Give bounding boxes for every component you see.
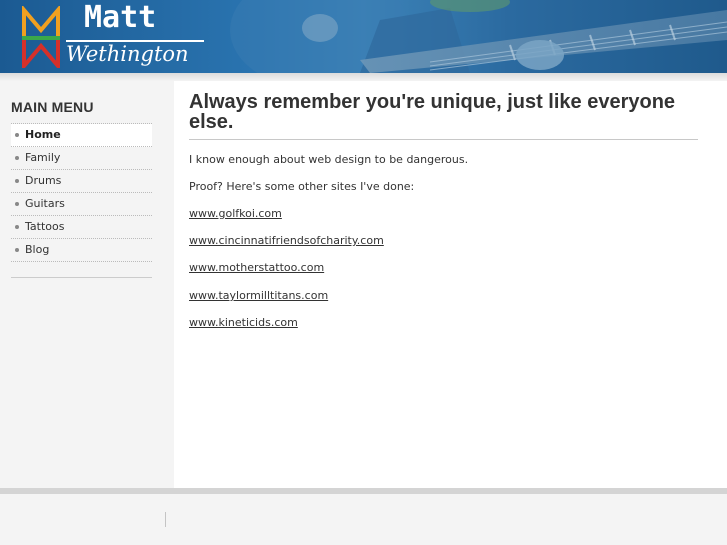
site-link-golfkoi[interactable]: www.golfkoi.com — [189, 207, 282, 220]
title-divider — [189, 139, 698, 140]
main-menu-title: MAIN MENU — [11, 99, 94, 115]
bullet-icon — [15, 179, 19, 183]
sidebar-divider — [11, 277, 152, 278]
site-link-motherstattoo[interactable]: www.motherstattoo.com — [189, 261, 324, 274]
bullet-icon — [15, 248, 19, 252]
menu-item-label: Home — [25, 128, 61, 141]
menu-item-label: Drums — [25, 174, 62, 187]
menu-item-home[interactable]: Home — [11, 124, 152, 147]
site-link-taylormilltitans[interactable]: www.taylormilltitans.com — [189, 289, 328, 302]
site-header: Matt Wethington — [0, 0, 727, 73]
menu-item-guitars[interactable]: Guitars — [11, 193, 152, 216]
menu-item-family[interactable]: Family — [11, 147, 152, 170]
header-shadow — [0, 73, 727, 81]
footer-divider — [165, 512, 166, 527]
menu-item-label: Guitars — [25, 197, 65, 210]
menu-item-label: Blog — [25, 243, 50, 256]
logo-subtitle: Wethington — [66, 42, 189, 66]
bullet-icon — [15, 202, 19, 206]
main-menu: Home Family Drums Guitars Tattoos Blog — [11, 123, 152, 262]
menu-item-drums[interactable]: Drums — [11, 170, 152, 193]
site-logo[interactable]: Matt Wethington — [20, 0, 210, 70]
sidebar: MAIN MENU Home Family Drums Guitars Tatt… — [0, 81, 174, 488]
menu-item-blog[interactable]: Blog — [11, 239, 152, 262]
menu-item-tattoos[interactable]: Tattoos — [11, 216, 152, 239]
proof-text: Proof? Here's some other sites I've done… — [189, 180, 415, 193]
bullet-icon — [15, 133, 19, 137]
bullet-icon — [15, 156, 19, 160]
main-content: Always remember you're unique, just like… — [174, 81, 727, 488]
intro-text: I know enough about web design to be dan… — [189, 153, 469, 166]
logo-name: Matt — [84, 0, 157, 35]
site-link-kineticids[interactable]: www.kineticids.com — [189, 316, 298, 329]
page-title: Always remember you're unique, just like… — [189, 91, 676, 133]
mw-monogram-icon — [22, 6, 60, 68]
site-link-cincinnatifriendsofcharity[interactable]: www.cincinnatifriendsofcharity.com — [189, 234, 384, 247]
footer — [0, 494, 727, 545]
guitar-banner-image — [230, 0, 727, 73]
menu-item-label: Family — [25, 151, 61, 164]
bullet-icon — [15, 225, 19, 229]
menu-item-label: Tattoos — [25, 220, 65, 233]
